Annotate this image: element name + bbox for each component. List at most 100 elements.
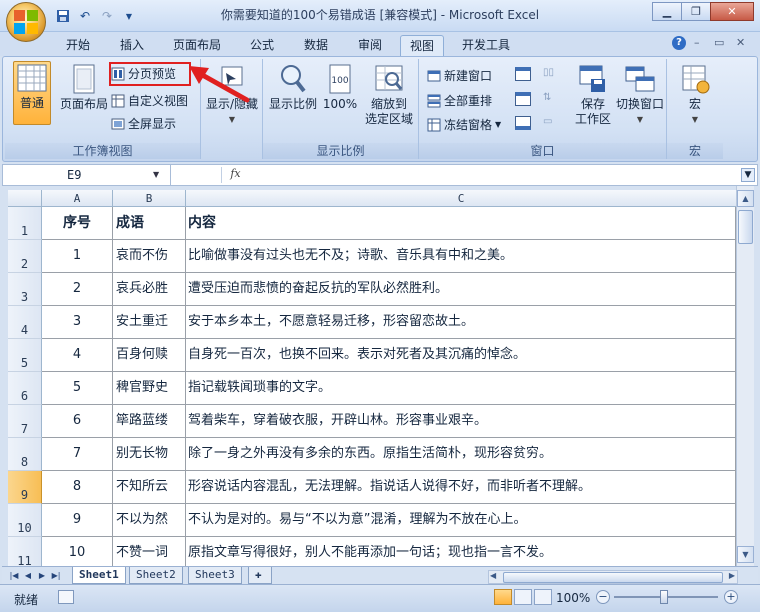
cell-content[interactable]: 除了一身之外再没有多余的东西。原指生活简朴，现形容贫穷。 (186, 438, 736, 471)
switch-windows-button[interactable]: 切换窗口 ▼ (615, 63, 665, 127)
row-header[interactable]: 9 (8, 471, 42, 504)
zoom-button[interactable]: 显示比例 (267, 63, 319, 112)
cell-content[interactable]: 形容说话内容混乱，无法理解。指说话人说得不好，而非听者不理解。 (186, 471, 736, 504)
tab-data[interactable]: 数据 (296, 35, 336, 56)
split-window-icon[interactable] (515, 116, 531, 130)
row-header[interactable]: 8 (8, 438, 42, 471)
row-header[interactable]: 6 (8, 372, 42, 405)
cell-seq[interactable]: 9 (42, 504, 113, 537)
select-all-corner[interactable] (8, 190, 42, 207)
cell-seq[interactable]: 5 (42, 372, 113, 405)
normal-view-button[interactable]: 普通 (13, 61, 51, 125)
cell-seq[interactable]: 4 (42, 339, 113, 372)
view-side-by-side-icon[interactable]: ▯▯ (543, 67, 559, 81)
scroll-right-icon[interactable]: ▶ (729, 571, 735, 580)
sheet-tab-2[interactable]: Sheet2 (129, 567, 183, 584)
scroll-down-icon[interactable]: ▼ (737, 546, 754, 563)
cell-idiom[interactable]: 百身何赎 (113, 339, 186, 372)
unhide-window-icon[interactable] (515, 92, 531, 106)
next-sheet-icon[interactable]: ▶ (36, 569, 48, 582)
zoom-to-selection-button[interactable]: 缩放到 选定区域 (361, 63, 417, 127)
page-break-preview-button[interactable]: 分页预览 (109, 62, 191, 86)
zoom-in-icon[interactable]: + (724, 590, 738, 604)
cell-idiom[interactable]: 不赞一词 (113, 537, 186, 566)
cell-idiom[interactable]: 成语 (113, 207, 186, 240)
cell-seq[interactable]: 6 (42, 405, 113, 438)
tab-view[interactable]: 视图 (400, 35, 444, 56)
row-header[interactable]: 7 (8, 405, 42, 438)
ribbon-close-icon[interactable]: ✕ (736, 36, 745, 49)
cell-idiom[interactable]: 安土重迁 (113, 306, 186, 339)
first-sheet-icon[interactable]: |◀ (8, 569, 20, 582)
cell-content[interactable]: 内容 (186, 207, 736, 240)
record-macro-icon[interactable] (58, 590, 74, 604)
tab-formulas[interactable]: 公式 (242, 35, 282, 56)
cell-content[interactable]: 自身死一百次，也换不回来。表示对死者及其沉痛的悼念。 (186, 339, 736, 372)
zoom-100-button[interactable]: 100 100% (321, 63, 359, 112)
horizontal-scroll-thumb[interactable] (503, 572, 723, 583)
vertical-scrollbar[interactable]: ▲ ▼ (736, 186, 754, 566)
zoom-level[interactable]: 100% (556, 591, 590, 605)
zoom-out-icon[interactable]: − (596, 590, 610, 604)
cell-content[interactable]: 原指文章写得很好，别人不能再添加一句话；现也指一言不发。 (186, 537, 736, 566)
cell-seq[interactable]: 1 (42, 240, 113, 273)
cell-idiom[interactable]: 别无长物 (113, 438, 186, 471)
cell-content[interactable]: 比喻做事没有过头也无不及；诗歌、音乐具有中和之美。 (186, 240, 736, 273)
restore-icon[interactable]: ❐ (681, 2, 711, 21)
chevron-down-icon[interactable]: ▼ (120, 7, 138, 25)
page-layout-view-button[interactable]: 页面布局 (59, 63, 109, 112)
close-icon[interactable]: ✕ (710, 2, 754, 21)
cell-idiom[interactable]: 哀兵必胜 (113, 273, 186, 306)
new-window-button[interactable]: 新建窗口 (427, 67, 492, 85)
cell-idiom[interactable]: 哀而不伤 (113, 240, 186, 273)
name-box[interactable]: E9 (3, 165, 171, 185)
row-header[interactable]: 4 (8, 306, 42, 339)
freeze-panes-button[interactable]: 冻结窗格 ▼ (427, 116, 501, 134)
undo-icon[interactable]: ↶ (76, 7, 94, 25)
zoom-slider-thumb[interactable] (660, 590, 668, 604)
column-header-c[interactable]: C (186, 190, 736, 207)
row-header[interactable]: 5 (8, 339, 42, 372)
cell-content[interactable]: 指记载轶闻琐事的文字。 (186, 372, 736, 405)
column-header-b[interactable]: B (113, 190, 186, 207)
cell-seq[interactable]: 10 (42, 537, 113, 566)
sync-scroll-icon[interactable]: ⇅ (543, 92, 559, 106)
cell-content[interactable]: 驾着柴车，穿着破衣服，开辟山林。形容事业艰辛。 (186, 405, 736, 438)
expand-formula-bar-icon[interactable]: ▼ (741, 168, 755, 182)
save-workspace-button[interactable]: 保存 工作区 (571, 63, 615, 127)
ribbon-restore-icon[interactable]: ▭ (714, 36, 724, 49)
office-button[interactable] (6, 2, 46, 42)
cell-idiom[interactable]: 不以为然 (113, 504, 186, 537)
show-hide-button[interactable]: 显示/隐藏 ▼ (203, 63, 261, 127)
macros-button[interactable]: 宏 ▼ (673, 63, 717, 127)
tab-insert[interactable]: 插入 (112, 35, 152, 56)
cell-seq[interactable]: 序号 (42, 207, 113, 240)
tab-page-layout[interactable]: 页面布局 (168, 35, 226, 56)
ribbon-minimize-icon[interactable]: – (694, 36, 700, 49)
cell-seq[interactable]: 2 (42, 273, 113, 306)
cell-seq[interactable]: 7 (42, 438, 113, 471)
arrange-all-button[interactable]: 全部重排 (427, 92, 492, 110)
help-icon[interactable]: ? (672, 36, 686, 50)
last-sheet-icon[interactable]: ▶| (50, 569, 62, 582)
tab-developer[interactable]: 开发工具 (454, 35, 518, 56)
scroll-up-icon[interactable]: ▲ (737, 190, 754, 207)
insert-function-icon[interactable]: fx (221, 167, 249, 183)
row-header[interactable]: 10 (8, 504, 42, 537)
normal-view-status-icon[interactable] (494, 589, 512, 605)
tab-review[interactable]: 审阅 (350, 35, 390, 56)
sheet-tab-1[interactable]: Sheet1 (72, 567, 126, 584)
sheet-tab-3[interactable]: Sheet3 (188, 567, 242, 584)
row-header[interactable]: 11 (8, 537, 42, 566)
cell-seq[interactable]: 8 (42, 471, 113, 504)
save-icon[interactable] (54, 7, 72, 25)
cell-content[interactable]: 安于本乡本土，不愿意轻易迁移，形容留恋故土。 (186, 306, 736, 339)
redo-icon[interactable]: ↷ (98, 7, 116, 25)
vertical-scroll-thumb[interactable] (738, 210, 753, 244)
column-header-a[interactable]: A (42, 190, 113, 207)
scroll-left-icon[interactable]: ◀ (490, 571, 496, 580)
cell-content[interactable]: 遭受压迫而悲愤的奋起反抗的军队必然胜利。 (186, 273, 736, 306)
hide-window-icon[interactable] (515, 67, 531, 81)
cell-content[interactable]: 不认为是对的。易与“不以为意”混淆，理解为不放在心上。 (186, 504, 736, 537)
minimize-icon[interactable]: ▁ (652, 2, 682, 21)
